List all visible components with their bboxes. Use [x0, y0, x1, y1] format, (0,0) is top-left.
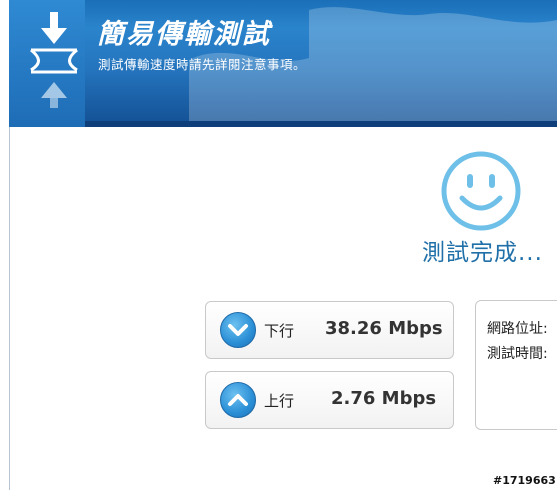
smiley-icon [441, 151, 521, 231]
page-title: 簡易傳輸測試 [97, 19, 271, 50]
page-subtitle: 測試傳輸速度時請先詳閱注意事項。 [98, 57, 307, 72]
up-arrow-icon [220, 382, 256, 418]
banner-bottom-strip [9, 121, 557, 127]
transfer-logo-icon [30, 12, 78, 108]
upload-label: 上行 [264, 392, 295, 410]
upload-result-box: 上行 2.76 Mbps [205, 371, 454, 429]
download-value: 38.26 Mbps [325, 318, 443, 339]
left-border [9, 127, 10, 490]
download-label: 下行 [264, 322, 295, 340]
download-result-box: 下行 38.26 Mbps [205, 301, 454, 359]
logo-box [9, 0, 85, 127]
status-text: 測試完成... [422, 240, 543, 266]
test-time-label: 測試時間: [487, 346, 548, 362]
down-arrow-icon [220, 312, 256, 348]
info-box: 網路位址: 測試時間: [475, 300, 557, 430]
ip-address-label: 網路位址: [487, 321, 548, 337]
upload-value: 2.76 Mbps [331, 388, 437, 409]
watermark: #1719663 [493, 474, 556, 487]
